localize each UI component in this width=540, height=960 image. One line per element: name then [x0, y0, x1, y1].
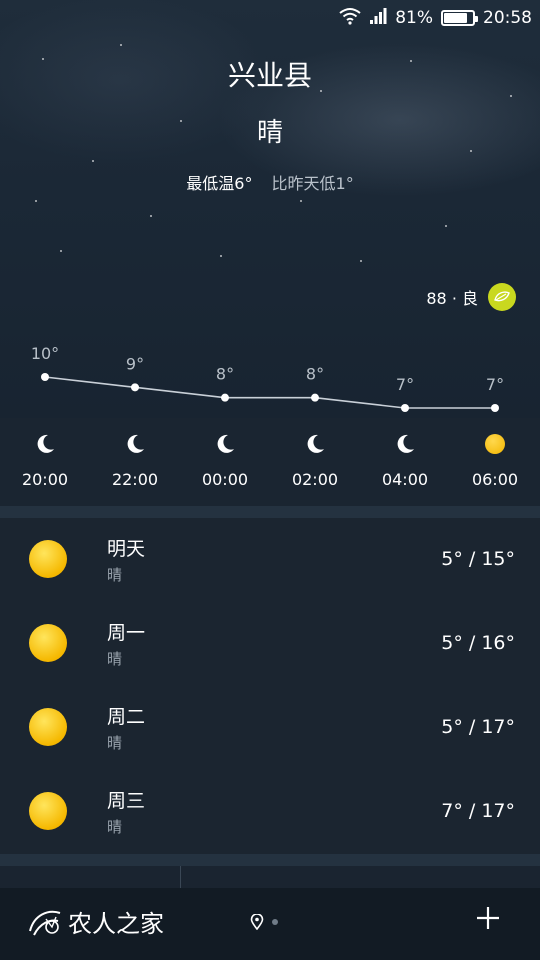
day-name: 明天 [107, 538, 146, 560]
moon-icon [0, 418, 90, 470]
page-indicator[interactable] [250, 914, 278, 930]
city-name[interactable]: 兴业县 [0, 54, 540, 94]
temperature-label: 10° [31, 344, 59, 363]
hourly-item: 22:00 [90, 418, 180, 489]
bottom-bar: 农人之家 [0, 888, 540, 960]
sun-icon [29, 540, 67, 578]
hourly-temperature-chart: 10° 9° 8° 8° 7° 7° [31, 344, 504, 412]
hourly-forecast[interactable]: 20:00 22:00 00:00 02:00 04:00 06:00 [0, 418, 540, 506]
hourly-item: 20:00 [0, 418, 90, 489]
daily-row[interactable]: 周二晴 5° / 17° [0, 686, 540, 770]
add-city-button[interactable] [474, 904, 502, 932]
hourly-item: 02:00 [270, 418, 360, 489]
watermark-logo-icon [29, 910, 61, 935]
day-name: 周二 [107, 706, 146, 728]
temperature-point [311, 393, 319, 402]
temperature-label: 9° [126, 354, 144, 373]
daily-forecast-list[interactable]: 明天晴 5° / 15° 周一晴 5° / 16° 周二晴 5° / 17° 周三晴 7° /… [0, 518, 540, 854]
hourly-time: 20:00 [21, 470, 69, 489]
day-name: 周一 [107, 622, 146, 644]
location-pin-icon [250, 914, 264, 930]
status-bar: 81% 20:58 [0, 0, 540, 36]
temperature-point [131, 383, 139, 392]
day-condition: 晴 [107, 818, 123, 836]
day-condition: 晴 [107, 650, 123, 668]
divider [0, 506, 540, 518]
watermark-text: 农人之家 [68, 910, 164, 938]
daily-row[interactable]: 明天晴 5° / 15° [0, 518, 540, 602]
moon-icon [270, 418, 360, 470]
hourly-item: 04:00 [360, 418, 450, 489]
moon-icon [180, 418, 270, 470]
temperature-point [221, 393, 229, 402]
divider [0, 854, 540, 866]
hourly-time: 06:00 [471, 470, 519, 489]
day-condition: 晴 [107, 734, 123, 752]
moon-icon [90, 418, 180, 470]
clock: 20:58 [483, 8, 532, 28]
bottom-strip [0, 866, 540, 888]
temperature-line [44, 376, 495, 409]
temperature-point [491, 404, 499, 412]
signal-icon [369, 7, 387, 30]
aqi-badge[interactable]: 88 · 良 [426, 283, 516, 311]
wifi-icon [339, 7, 361, 30]
temperature-label: 8° [216, 365, 234, 384]
battery-icon [441, 10, 478, 26]
hourly-time: 00:00 [201, 470, 249, 489]
hourly-time: 02:00 [291, 470, 339, 489]
temperature-label: 7° [396, 375, 414, 394]
temperature-label: 7° [486, 375, 504, 394]
divider [180, 866, 181, 888]
hourly-time: 22:00 [111, 470, 159, 489]
leaf-icon [488, 283, 516, 311]
sun-icon [29, 624, 67, 662]
moon-icon [360, 418, 450, 470]
page-dot [272, 919, 278, 925]
hourly-item: 06:00 [450, 418, 540, 489]
day-condition: 晴 [107, 566, 123, 584]
min-temp: 最低温6° [186, 174, 253, 193]
sun-icon [29, 708, 67, 746]
temperature-point [41, 373, 49, 381]
current-condition: 晴 [256, 118, 283, 148]
battery-percent: 81% [395, 8, 433, 28]
day-temperature-range: 7° / 17° [441, 800, 515, 822]
temperature-label: 8° [306, 365, 324, 384]
watermark: 农人之家 [26, 904, 164, 939]
sun-icon [29, 792, 67, 830]
day-temperature-range: 5° / 16° [441, 632, 515, 654]
temperature-point [401, 404, 409, 412]
daily-row[interactable]: 周一晴 5° / 16° [0, 602, 540, 686]
compare-yesterday: 比昨天低1° [271, 174, 354, 193]
aqi-label: 88 · 良 [426, 289, 478, 308]
sun-icon [450, 418, 540, 470]
day-temperature-range: 5° / 15° [441, 548, 515, 570]
temperature-summary: 最低温6° 比昨天低1° [0, 170, 540, 194]
hourly-item: 00:00 [180, 418, 270, 489]
hourly-time: 04:00 [381, 470, 429, 489]
day-name: 周三 [107, 790, 146, 812]
daily-row[interactable]: 周三晴 7° / 17° [0, 770, 540, 854]
day-temperature-range: 5° / 17° [441, 716, 515, 738]
